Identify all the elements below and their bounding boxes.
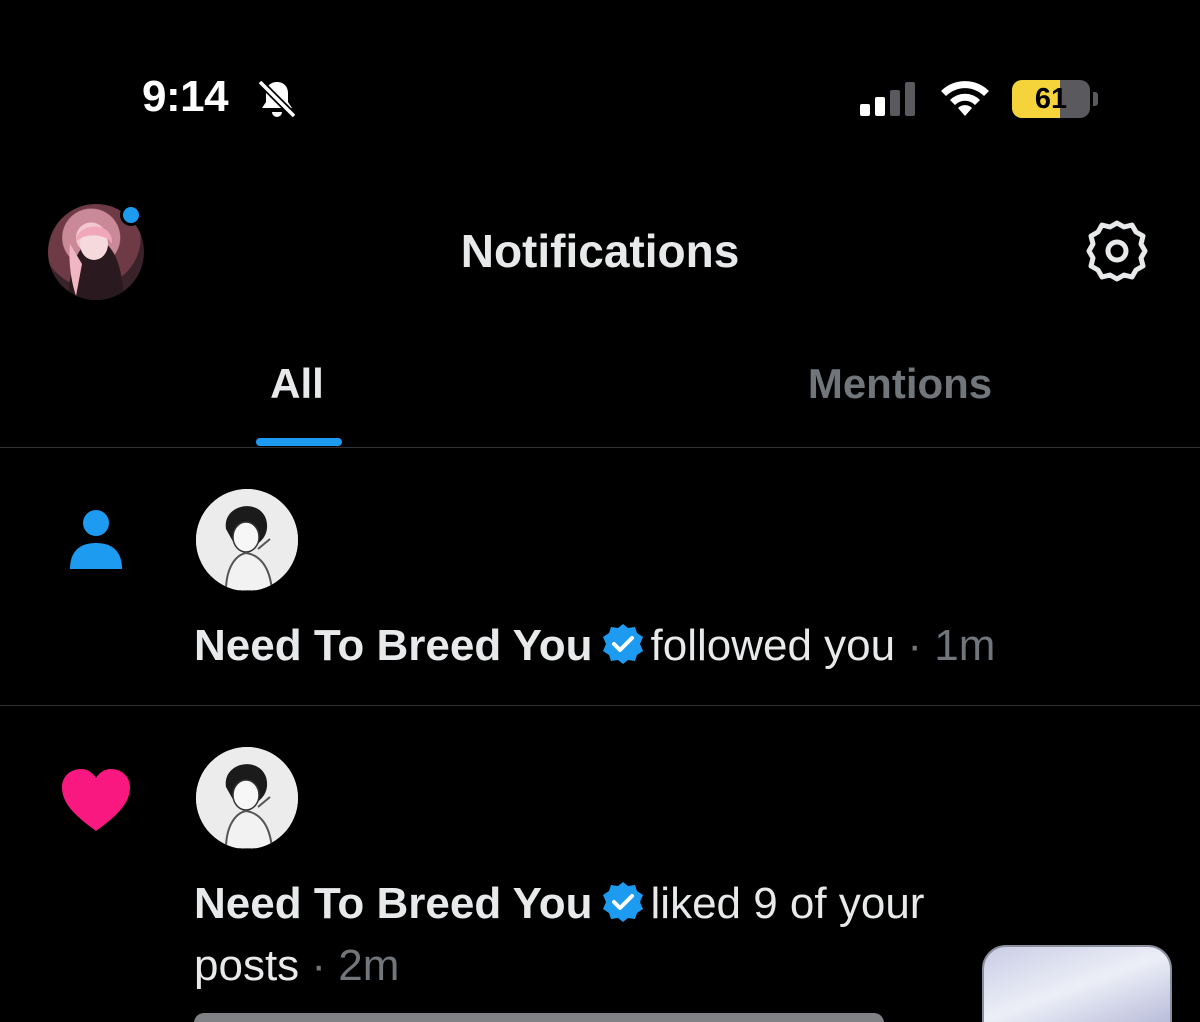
notification-item[interactable]: Need To Breed You liked 9 of your posts …	[0, 707, 1200, 1022]
user-avatar[interactable]	[196, 747, 298, 849]
notification-text: Need To Breed You liked 9 of your posts …	[194, 873, 934, 997]
verified-badge-icon	[602, 882, 643, 922]
avatar-image	[196, 489, 298, 591]
user-name-link[interactable]: Need To Breed You	[194, 879, 593, 928]
notification-action: followed you	[650, 621, 896, 670]
verified-badge-icon	[602, 624, 643, 664]
notification-separator: ·	[907, 621, 923, 670]
notification-separator: ·	[311, 941, 327, 990]
battery-indicator: 61	[1012, 80, 1098, 118]
notification-item[interactable]: Need To Breed You followed you · 1m	[0, 449, 1200, 706]
notification-time: 1m	[934, 621, 996, 670]
page-title: Notifications	[460, 225, 740, 277]
gear-icon[interactable]	[1084, 218, 1150, 284]
post-media-thumbnail[interactable]	[982, 945, 1172, 1022]
notification-text: Need To Breed You followed you · 1m	[194, 615, 1094, 677]
tab-all[interactable]: All	[0, 340, 600, 448]
tab-all-label: All	[270, 360, 324, 407]
bell-slash-icon	[257, 79, 297, 119]
user-avatar[interactable]	[196, 489, 298, 591]
notification-tabs: All Mentions	[0, 340, 1200, 448]
post-preview-text	[194, 1007, 884, 1022]
signal-icon	[860, 82, 915, 116]
active-tab-indicator	[256, 438, 342, 446]
battery-icon: 61	[1012, 80, 1090, 118]
notification-time: 2m	[338, 941, 400, 990]
battery-cap	[1093, 92, 1098, 106]
heart-icon	[62, 769, 130, 831]
top-header: Notifications	[0, 190, 1200, 320]
tab-mentions-label: Mentions	[807, 360, 993, 407]
battery-percent: 61	[1034, 83, 1068, 115]
unread-dot	[120, 204, 142, 226]
wifi-icon	[941, 81, 989, 116]
tab-mentions[interactable]: Mentions	[600, 340, 1200, 448]
status-bar: 9:14 61	[0, 0, 1200, 190]
avatar-image	[196, 747, 298, 849]
user-name-link[interactable]: Need To Breed You	[194, 621, 593, 670]
person-icon	[70, 510, 122, 569]
status-time: 9:14	[142, 72, 229, 121]
